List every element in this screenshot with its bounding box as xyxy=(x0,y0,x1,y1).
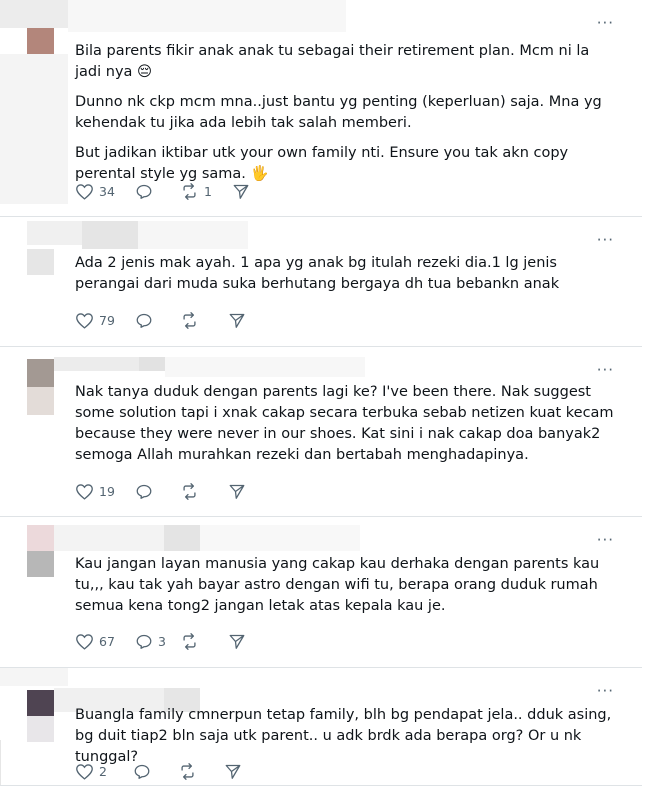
reply-post[interactable]: ··· Buangla family cmnerpun tetap family… xyxy=(0,668,642,786)
censored-username xyxy=(165,357,365,377)
avatar xyxy=(27,387,54,415)
share-arrow-icon xyxy=(225,764,241,779)
action-bar: 2 xyxy=(75,761,242,781)
avatar[interactable] xyxy=(27,551,54,577)
repost-button[interactable] xyxy=(180,632,228,650)
post-paragraph: Nak tanya duduk dengan parents lagi ke? … xyxy=(75,384,614,463)
censored-username xyxy=(200,525,360,551)
repost-button[interactable] xyxy=(178,762,224,780)
reply-button[interactable] xyxy=(133,763,178,780)
more-dots-icon[interactable]: ··· xyxy=(597,363,614,378)
heart-icon xyxy=(76,312,93,329)
reply-button[interactable] xyxy=(135,183,180,200)
censored-username xyxy=(139,357,165,371)
like-button[interactable]: 79 xyxy=(75,312,135,329)
repost-icon xyxy=(183,632,196,650)
repost-icon xyxy=(183,311,196,329)
reply-bubble-icon xyxy=(136,313,152,328)
more-dots-icon[interactable]: ··· xyxy=(597,684,614,699)
repost-icon xyxy=(181,762,194,780)
avatar[interactable] xyxy=(27,690,54,716)
repost-button[interactable] xyxy=(180,482,228,500)
share-button[interactable] xyxy=(228,483,246,500)
reply-feed: ··· Bila parents fikir anak anak tu seba… xyxy=(0,0,647,786)
action-bar: 34 1 xyxy=(75,181,250,201)
reply-button[interactable] xyxy=(135,483,180,500)
censored-username xyxy=(27,221,82,245)
share-button[interactable] xyxy=(224,763,242,780)
censored-username xyxy=(68,0,346,32)
censored-username xyxy=(138,221,248,249)
reply-post[interactable]: ··· Bila parents fikir anak anak tu seba… xyxy=(0,0,642,217)
repost-icon xyxy=(183,482,196,500)
post-paragraph: But jadikan iktibar utk your own family … xyxy=(75,145,569,182)
more-dots-icon[interactable]: ··· xyxy=(597,533,614,548)
share-arrow-icon xyxy=(229,634,245,649)
share-arrow-icon xyxy=(229,484,245,499)
post-text: Nak tanya duduk dengan parents lagi ke? … xyxy=(75,382,620,475)
post-paragraph: Bila parents fikir anak anak tu sebagai … xyxy=(75,43,590,80)
censored-header-block xyxy=(0,668,68,686)
like-count: 34 xyxy=(99,183,115,199)
censored-username xyxy=(82,221,138,249)
post-text: Kau jangan layan manusia yang cakap kau … xyxy=(75,554,620,626)
more-dots-icon[interactable]: ··· xyxy=(597,16,614,31)
heart-icon xyxy=(76,763,93,780)
avatar[interactable] xyxy=(27,249,54,275)
censored-username xyxy=(54,525,164,551)
reply-post[interactable]: ··· Ada 2 jenis mak ayah. 1 apa yg anak … xyxy=(0,217,642,347)
reply-post[interactable]: ··· Nak tanya duduk dengan parents lagi … xyxy=(0,347,642,517)
action-bar: 67 3 xyxy=(75,631,246,651)
censored-username xyxy=(0,0,68,28)
censored-header-block xyxy=(0,54,68,204)
reply-post[interactable]: ··· Kau jangan layan manusia yang cakap … xyxy=(0,517,642,668)
avatar xyxy=(27,525,54,551)
share-button[interactable] xyxy=(228,633,246,650)
reply-button[interactable] xyxy=(135,312,180,329)
post-paragraph: Dunno nk ckp mcm mna..just bantu yg pent… xyxy=(75,94,602,131)
post-text: Ada 2 jenis mak ayah. 1 apa yg anak bg i… xyxy=(75,253,620,304)
reply-count: 3 xyxy=(158,633,166,649)
like-button[interactable]: 2 xyxy=(75,763,133,780)
post-paragraph: Ada 2 jenis mak ayah. 1 apa yg anak bg i… xyxy=(75,255,560,292)
post-paragraph: Buangla family cmnerpun tetap family, bl… xyxy=(75,707,612,765)
post-paragraph: Kau jangan layan manusia yang cakap kau … xyxy=(75,556,600,614)
reply-bubble-icon xyxy=(136,184,152,199)
heart-icon xyxy=(76,483,93,500)
like-count: 79 xyxy=(99,312,115,328)
action-bar: 19 xyxy=(75,481,246,501)
action-bar: 79 xyxy=(75,310,246,330)
share-arrow-icon xyxy=(233,184,249,199)
reply-bubble-icon xyxy=(134,764,150,779)
heart-icon xyxy=(76,183,93,200)
heart-icon xyxy=(76,633,93,650)
censored-username xyxy=(54,357,139,371)
share-button[interactable] xyxy=(232,183,250,200)
left-border xyxy=(0,740,1,785)
repost-count: 1 xyxy=(204,183,212,199)
reply-button[interactable]: 3 xyxy=(135,633,180,650)
share-arrow-icon xyxy=(229,313,245,328)
reply-bubble-icon xyxy=(136,484,152,499)
censored-username xyxy=(164,525,200,551)
like-button[interactable]: 67 xyxy=(75,633,135,650)
like-count: 67 xyxy=(99,633,115,649)
repost-button[interactable] xyxy=(180,311,228,329)
like-button[interactable]: 19 xyxy=(75,483,135,500)
avatar xyxy=(27,716,54,742)
like-count: 2 xyxy=(99,763,107,779)
repost-button[interactable]: 1 xyxy=(180,182,232,200)
like-count: 19 xyxy=(99,483,115,499)
post-text: Bila parents fikir anak anak tu sebagai … xyxy=(75,41,620,194)
repost-icon xyxy=(183,182,196,200)
avatar[interactable] xyxy=(27,359,54,387)
like-button[interactable]: 34 xyxy=(75,183,135,200)
share-button[interactable] xyxy=(228,312,246,329)
more-dots-icon[interactable]: ··· xyxy=(597,233,614,248)
reply-bubble-icon xyxy=(136,634,152,649)
avatar[interactable] xyxy=(27,28,54,54)
